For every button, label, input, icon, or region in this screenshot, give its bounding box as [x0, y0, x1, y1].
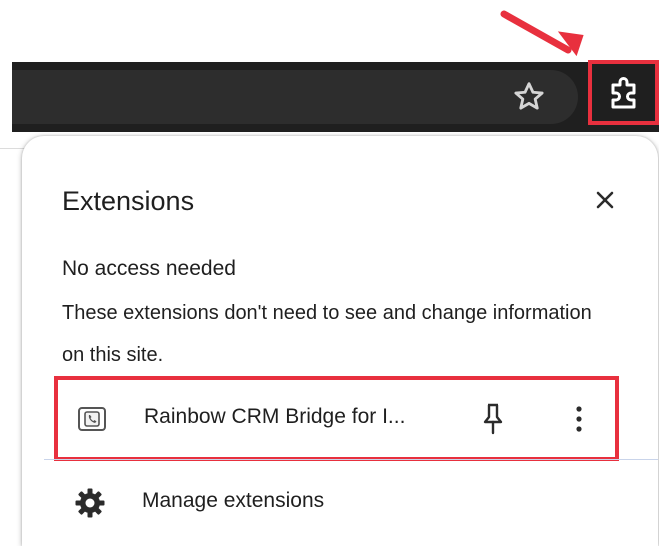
close-button[interactable]	[588, 183, 622, 217]
close-icon	[596, 191, 614, 209]
address-bar[interactable]	[12, 70, 578, 124]
pin-icon	[483, 403, 503, 435]
gear-icon	[73, 486, 107, 525]
phone-card-icon	[76, 402, 110, 441]
extension-name: Rainbow CRM Bridge for I...	[144, 405, 406, 428]
panel-title: Extensions	[62, 186, 195, 216]
section-description: These extensions don't need to see and c…	[62, 302, 592, 366]
manage-extensions-button[interactable]: Manage extensions	[44, 466, 658, 536]
more-vertical-icon	[576, 406, 582, 432]
panel-divider	[44, 459, 658, 460]
extensions-panel: Extensions No access needed These extens…	[22, 136, 658, 546]
manage-extensions-label: Manage extensions	[142, 489, 325, 512]
annotation-arrow	[500, 10, 584, 57]
background-page-text	[0, 200, 12, 230]
puzzle-piece-icon	[611, 77, 636, 109]
star-icon[interactable]	[510, 78, 548, 116]
section-heading: No access needed	[62, 257, 236, 280]
pin-button[interactable]	[478, 401, 508, 437]
more-options-button[interactable]	[566, 401, 592, 437]
extension-item[interactable]: Rainbow CRM Bridge for I...	[54, 376, 619, 461]
